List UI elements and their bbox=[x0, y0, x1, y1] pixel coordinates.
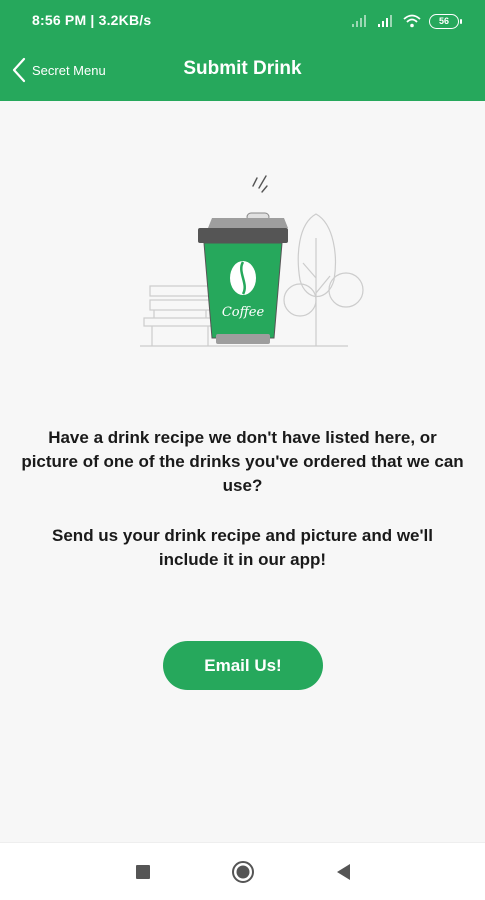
info-message: Have a drink recipe we don't have listed… bbox=[21, 428, 464, 495]
battery-icon: 56 bbox=[429, 13, 462, 29]
steam-icon bbox=[252, 175, 268, 193]
status-bar: 8:56 PM | 3.2KB/s 56 bbox=[0, 0, 485, 40]
status-icons: 56 bbox=[351, 11, 462, 31]
wifi-icon bbox=[403, 14, 421, 28]
coffee-illustration: Coffee bbox=[138, 168, 364, 350]
cup-icon: Coffee bbox=[198, 212, 288, 344]
cup-label: Coffee bbox=[222, 305, 265, 320]
system-back-button[interactable] bbox=[318, 843, 368, 900]
signal-icon bbox=[352, 15, 366, 27]
home-icon bbox=[232, 861, 254, 883]
coffee-cup-scene: Coffee bbox=[140, 175, 364, 347]
cta-message: Send us your drink recipe and picture an… bbox=[52, 526, 433, 569]
recents-button[interactable] bbox=[118, 843, 168, 900]
battery-level: 56 bbox=[438, 16, 449, 26]
recents-icon bbox=[136, 865, 150, 879]
email-us-button[interactable]: Email Us! bbox=[163, 641, 323, 690]
bench-icon bbox=[143, 285, 217, 346]
system-nav-bar bbox=[0, 842, 485, 900]
home-button[interactable] bbox=[218, 843, 268, 900]
signal-strong-icon bbox=[378, 15, 392, 27]
page-title: Submit Drink bbox=[183, 58, 302, 79]
tree-icon bbox=[283, 213, 364, 346]
status-time: 8:56 PM | 3.2KB/s bbox=[32, 12, 152, 28]
back-icon bbox=[337, 864, 350, 880]
top-bar: 8:56 PM | 3.2KB/s 56 Secret Menu Submit … bbox=[0, 0, 485, 101]
app-bar: Secret Menu Submit Drink bbox=[0, 42, 485, 100]
